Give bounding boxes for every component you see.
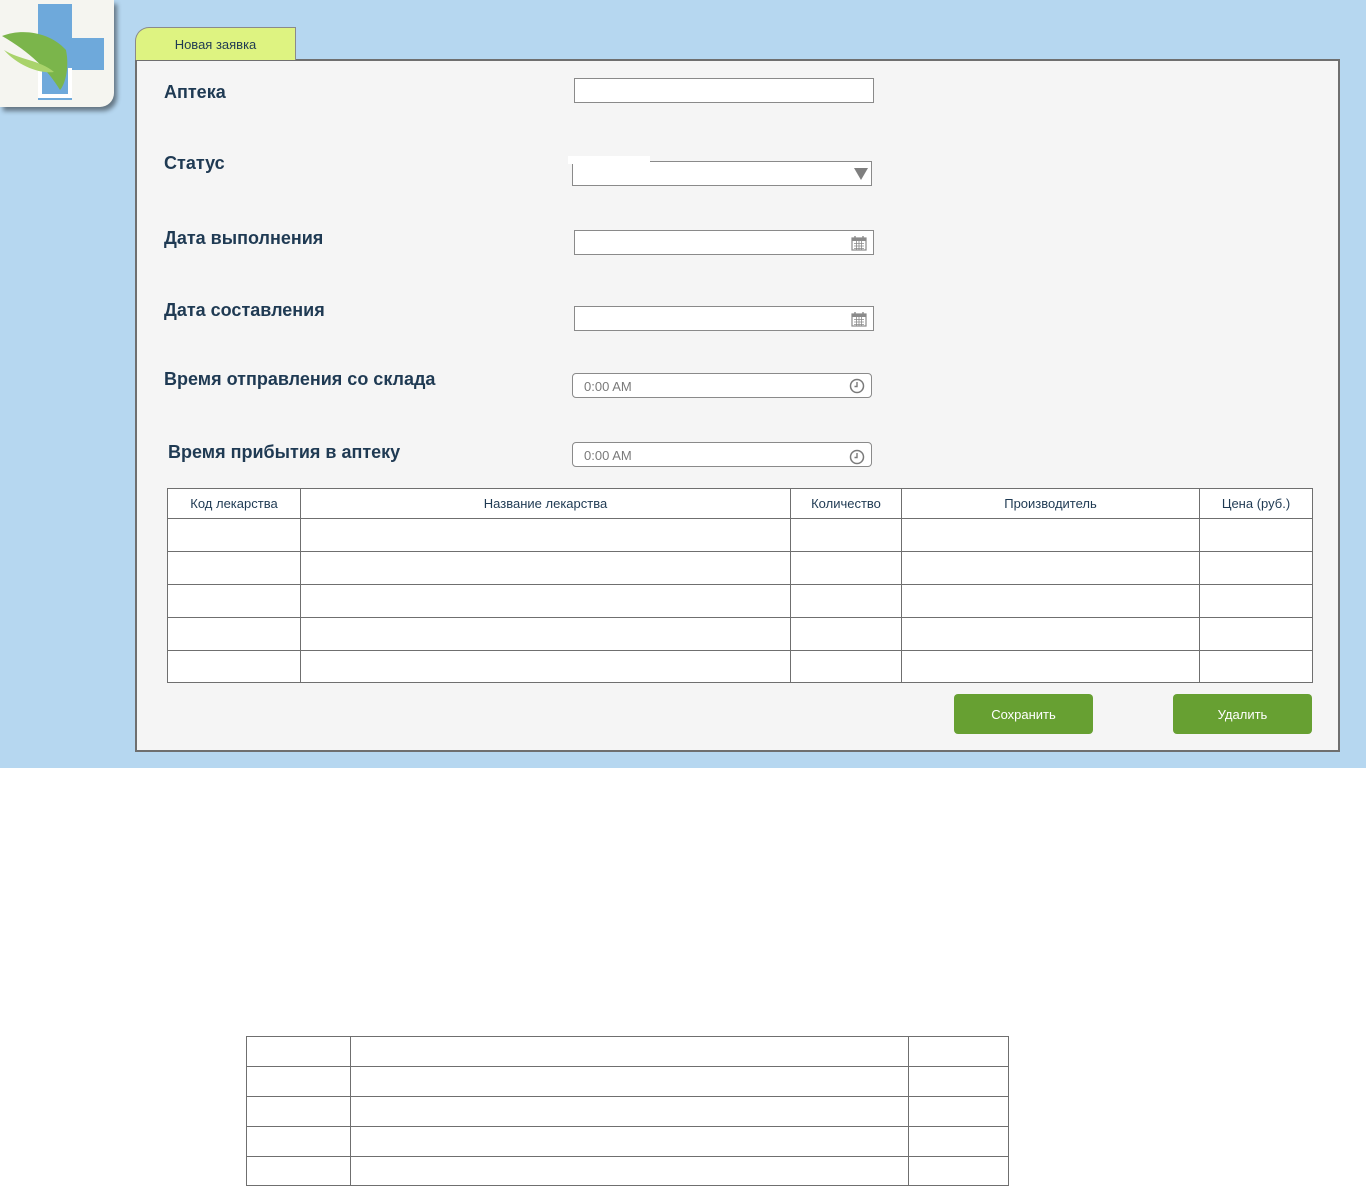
delete-button[interactable]: Удалить — [1173, 694, 1312, 734]
table-row — [246, 1096, 1009, 1127]
table-cell[interactable] — [908, 1036, 1009, 1067]
table-row — [167, 584, 1313, 618]
table-cell[interactable] — [790, 551, 902, 585]
table-cell[interactable] — [901, 584, 1200, 618]
table-cell[interactable] — [350, 1126, 909, 1157]
table-cell[interactable] — [246, 1126, 351, 1157]
column-header-price: Цена (руб.) — [1199, 488, 1313, 519]
table-cell[interactable] — [167, 650, 301, 683]
table-cell[interactable] — [790, 584, 902, 618]
table-cell[interactable] — [300, 584, 791, 618]
table-cell[interactable] — [167, 584, 301, 618]
table-cell[interactable] — [350, 1156, 909, 1186]
arrival-time-input[interactable]: 0:00 AM — [572, 442, 872, 467]
arrival-time-value: 0:00 AM — [584, 448, 632, 463]
table-row — [246, 1126, 1009, 1157]
table-row — [246, 1036, 1009, 1067]
departure-time-value: 0:00 AM — [584, 379, 632, 394]
calendar-icon[interactable] — [851, 311, 867, 332]
column-header-code: Код лекарства — [167, 488, 301, 519]
creation-date-input[interactable] — [574, 306, 874, 331]
table-cell[interactable] — [246, 1156, 351, 1186]
logo-icon — [0, 0, 114, 107]
table-row — [167, 551, 1313, 585]
table-header-row: Код лекарства Название лекарства Количес… — [167, 488, 1313, 519]
status-select[interactable] — [572, 161, 872, 186]
departure-time-input[interactable]: 0:00 AM — [572, 373, 872, 398]
status-label: Статус — [164, 153, 225, 173]
table-cell[interactable] — [908, 1126, 1009, 1157]
save-button[interactable]: Сохранить — [954, 694, 1093, 734]
table-cell[interactable] — [300, 650, 791, 683]
table-cell[interactable] — [1199, 617, 1313, 651]
table-cell[interactable] — [246, 1066, 351, 1097]
clock-icon[interactable] — [849, 449, 865, 470]
table-row — [167, 617, 1313, 651]
table-cell[interactable] — [246, 1096, 351, 1127]
table-cell[interactable] — [246, 1036, 351, 1067]
departure-time-label: Время отправления со склада — [164, 369, 436, 389]
table-cell[interactable] — [790, 617, 902, 651]
calendar-icon[interactable] — [851, 235, 867, 256]
table-cell[interactable] — [1199, 551, 1313, 585]
table-cell[interactable] — [1199, 518, 1313, 552]
table-cell[interactable] — [167, 617, 301, 651]
table-cell[interactable] — [908, 1066, 1009, 1097]
column-header-manufacturer: Производитель — [901, 488, 1200, 519]
column-header-name: Название лекарства — [300, 488, 791, 519]
table-row — [167, 650, 1313, 683]
status-select-shadow — [568, 156, 650, 164]
table-cell[interactable] — [350, 1036, 909, 1067]
completion-date-label: Дата выполнения — [164, 228, 324, 248]
medicines-table: Код лекарства Название лекарства Количес… — [167, 488, 1313, 683]
table-cell[interactable] — [901, 650, 1200, 683]
lower-table — [246, 1036, 1009, 1186]
tab-new-request[interactable]: Новая заявка — [135, 27, 296, 60]
table-cell[interactable] — [1199, 650, 1313, 683]
clock-icon[interactable] — [849, 378, 865, 399]
table-cell[interactable] — [167, 518, 301, 552]
table-cell[interactable] — [790, 518, 902, 552]
table-row — [167, 518, 1313, 552]
pharmacy-input[interactable] — [574, 78, 874, 103]
completion-date-input[interactable] — [574, 230, 874, 255]
pharmacy-label: Аптека — [164, 82, 226, 102]
table-row — [246, 1156, 1009, 1186]
table-cell[interactable] — [901, 617, 1200, 651]
table-cell[interactable] — [167, 551, 301, 585]
chevron-down-icon[interactable] — [854, 168, 868, 180]
table-cell[interactable] — [350, 1096, 909, 1127]
table-cell[interactable] — [350, 1066, 909, 1097]
table-row — [246, 1066, 1009, 1097]
table-cell[interactable] — [908, 1156, 1009, 1186]
table-cell[interactable] — [901, 518, 1200, 552]
table-cell[interactable] — [300, 518, 791, 552]
table-cell[interactable] — [908, 1096, 1009, 1127]
arrival-time-label: Время прибытия в аптеку — [168, 442, 401, 462]
table-cell[interactable] — [901, 551, 1200, 585]
column-header-quantity: Количество — [790, 488, 902, 519]
table-cell[interactable] — [300, 551, 791, 585]
creation-date-label: Дата составления — [164, 300, 325, 320]
table-cell[interactable] — [300, 617, 791, 651]
table-cell[interactable] — [1199, 584, 1313, 618]
table-cell[interactable] — [790, 650, 902, 683]
